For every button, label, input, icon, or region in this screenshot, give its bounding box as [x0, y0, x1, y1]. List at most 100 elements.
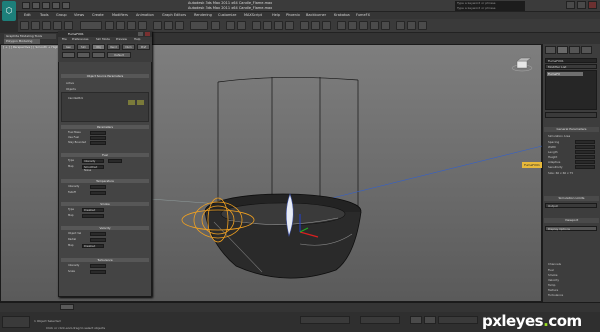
menu-backburner[interactable]: Backburner [306, 12, 326, 19]
pivot-center-icon[interactable] [211, 21, 220, 30]
fumefx-tab-obj[interactable]: Obj [92, 44, 105, 50]
menu-views[interactable]: Views [74, 12, 84, 19]
rendered-frame-icon[interactable] [407, 21, 416, 30]
playback-controls[interactable] [438, 316, 478, 324]
fumefx-fuel-map-button[interactable]: Smoothed Noise [82, 165, 104, 172]
rollout-viewport[interactable]: Viewport [544, 218, 599, 223]
object-name-field[interactable]: FumeFX01 [545, 58, 597, 63]
fumefx-tab-illum[interactable]: Illum [122, 44, 135, 50]
fumefx-smoke-map-button[interactable] [82, 214, 104, 218]
maxscript-listener[interactable] [2, 316, 30, 328]
reference-coordinate-dropdown[interactable] [190, 21, 208, 30]
material-editor-icon[interactable] [381, 21, 390, 30]
fumefx-pause-icon[interactable] [77, 52, 90, 58]
modifier-list-dropdown[interactable]: Modifier List [545, 64, 597, 69]
fumefx-tab-pref[interactable]: Pref [137, 44, 150, 50]
fumefx-minimize-icon[interactable] [138, 32, 143, 36]
modifier-stack[interactable] [545, 70, 597, 110]
app-logo-icon[interactable]: ⬡ [2, 1, 16, 21]
menu-rendering[interactable]: Rendering [194, 12, 212, 19]
fumefx-active-checkbox[interactable]: Active [66, 82, 74, 85]
link-icon[interactable] [42, 21, 51, 30]
display-options-button[interactable]: Display Options [545, 226, 597, 231]
fumefx-velocity-header[interactable]: Velocity [61, 226, 149, 230]
fumefx-temp-falloff-input[interactable] [90, 191, 106, 195]
menu-help[interactable]: Help [272, 12, 280, 19]
graphite-toggle-icon[interactable] [348, 21, 357, 30]
menu-phoenix[interactable]: Phoenix [286, 12, 300, 19]
fumefx-vel-object-input[interactable] [90, 232, 106, 236]
open-file-icon[interactable] [32, 2, 40, 9]
layer-manager-icon[interactable] [337, 21, 346, 30]
rotate-icon[interactable] [164, 21, 173, 30]
minimize-icon[interactable] [566, 1, 575, 9]
fumefx-temp-intensity-input[interactable] [90, 185, 106, 189]
pick-object-icon[interactable] [128, 100, 135, 105]
undo-icon[interactable] [52, 2, 60, 9]
maximize-icon[interactable] [577, 1, 586, 9]
snaps-toggle-icon[interactable] [252, 21, 261, 30]
angle-snap-icon[interactable] [263, 21, 272, 30]
fumefx-turb-intensity-input[interactable] [90, 264, 106, 268]
channel-velocity[interactable]: Velocity [548, 278, 559, 282]
unlink-icon[interactable] [53, 21, 62, 30]
fumefx-object-tag[interactable]: FumeFX01 [522, 162, 542, 168]
fumefx-temperature-header[interactable]: Temperature [61, 179, 149, 183]
rollout-simulation-limits[interactable]: Simulation Limits [544, 196, 599, 201]
fumefx-preset-dropdown[interactable]: Default [107, 52, 131, 58]
undo-tool-icon[interactable] [20, 21, 29, 30]
close-icon[interactable] [588, 1, 597, 9]
modifier-stack-item[interactable]: FumeFX [547, 72, 583, 76]
render-setup-icon[interactable] [396, 21, 405, 30]
percent-snap-icon[interactable] [274, 21, 283, 30]
spinner-snap-icon[interactable] [285, 21, 294, 30]
stack-controls[interactable] [545, 112, 597, 118]
add-object-icon[interactable] [137, 100, 144, 105]
menu-krakatoa[interactable]: Krakatoa [334, 12, 350, 19]
adaptive-dropdown[interactable] [575, 160, 595, 164]
rollout-general-parameters[interactable]: General Parameters [544, 127, 599, 132]
fumefx-play-icon[interactable] [62, 52, 75, 58]
fumefx-object-source-header[interactable]: Object Source Parameters [61, 74, 149, 78]
time-slider-handle[interactable] [60, 304, 74, 310]
new-file-icon[interactable] [22, 2, 30, 9]
window-crossing-icon[interactable] [138, 21, 147, 30]
align-icon[interactable] [322, 21, 331, 30]
fumefx-stop-icon[interactable] [92, 52, 105, 58]
schematic-view-icon[interactable] [370, 21, 379, 30]
width-input[interactable] [575, 145, 595, 149]
menu-tools[interactable]: Tools [40, 12, 49, 19]
redo-icon[interactable] [62, 2, 70, 9]
fumefx-tab-sim[interactable]: Sim [77, 44, 90, 50]
fumefx-close-icon[interactable] [145, 32, 150, 36]
set-key-button[interactable] [424, 316, 436, 324]
fumefx-use-fuel-input[interactable] [90, 136, 106, 140]
motion-panel-icon[interactable] [581, 46, 592, 54]
scale-icon[interactable] [175, 21, 184, 30]
channel-fuel[interactable]: Fuel [548, 268, 554, 272]
menu-group[interactable]: Group [56, 12, 67, 19]
redo-tool-icon[interactable] [31, 21, 40, 30]
select-by-name-icon[interactable] [116, 21, 125, 30]
save-file-icon[interactable] [42, 2, 50, 9]
rectangle-selection-icon[interactable] [127, 21, 136, 30]
menu-graph-editors[interactable]: Graph Editors [162, 12, 186, 19]
fumefx-vel-map-button[interactable]: Disabled [82, 244, 104, 248]
length-input[interactable] [575, 150, 595, 154]
sensitivity-input[interactable] [575, 165, 595, 169]
select-manipulate-icon[interactable] [226, 21, 235, 30]
mirror-icon[interactable] [311, 21, 320, 30]
menu-animation[interactable]: Animation [136, 12, 154, 19]
fumefx-vel-radial-input[interactable] [90, 238, 106, 242]
fumefx-parameters-header[interactable]: Parameters [61, 125, 149, 129]
hierarchy-panel-icon[interactable] [569, 46, 580, 54]
move-icon[interactable] [153, 21, 162, 30]
keyboard-shortcut-icon[interactable] [237, 21, 246, 30]
channel-smoke[interactable]: Smoke [548, 273, 557, 277]
auto-key-button[interactable] [410, 316, 422, 324]
output-field[interactable]: Output [545, 203, 597, 208]
named-selection-icon[interactable] [300, 21, 309, 30]
create-panel-icon[interactable] [545, 46, 556, 54]
fumefx-tab-gen[interactable]: Gen [62, 44, 75, 50]
fumefx-fuel-type-dropdown[interactable]: Intensity [82, 159, 104, 163]
